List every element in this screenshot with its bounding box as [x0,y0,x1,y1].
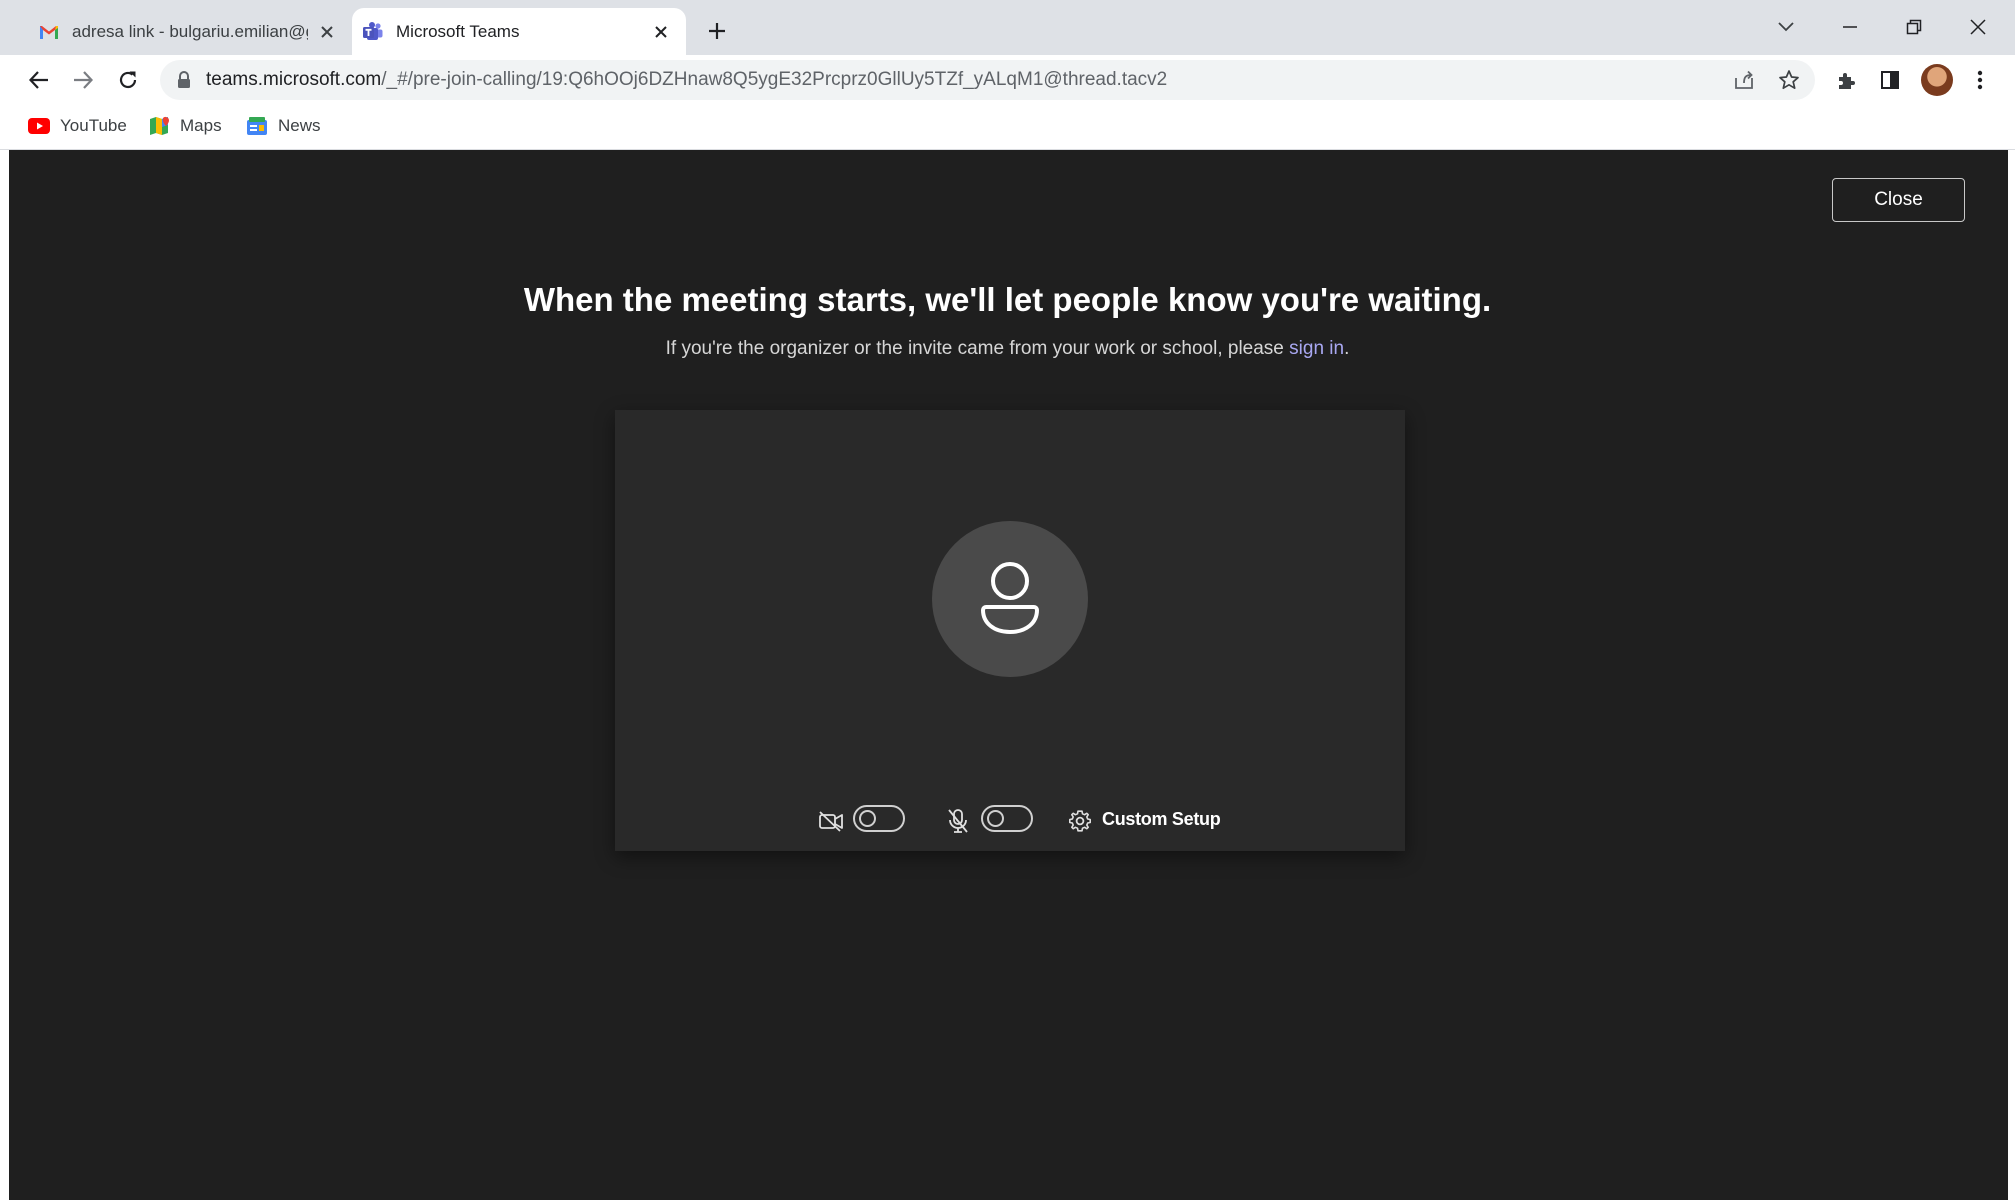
tab-microsoft-teams[interactable]: Microsoft Teams [352,8,686,55]
teams-icon [362,21,384,43]
maps-icon [148,115,170,137]
share-icon[interactable] [1729,65,1759,95]
url-host: teams.microsoft.com [206,69,382,90]
bookmark-news[interactable]: News [246,112,321,140]
new-tab-button[interactable] [700,14,734,48]
back-button[interactable] [21,62,57,98]
bookmark-maps[interactable]: Maps [148,112,222,140]
prompt-period: . [1344,338,1350,359]
tab-gmail[interactable]: adresa link - bulgariu.emilian@gmail.com [28,8,352,55]
close-icon [1970,19,1986,35]
chevron-down-icon [1778,22,1794,32]
minimize-icon [1843,26,1857,28]
toggle-knob [987,810,1004,827]
close-icon[interactable] [314,19,340,45]
person-icon [966,555,1054,643]
close-icon[interactable] [648,19,674,45]
restore-icon [1906,19,1922,35]
reload-button[interactable] [110,62,146,98]
more-menu-icon[interactable] [1962,62,1998,98]
tab-search-button[interactable] [1762,8,1810,46]
bookmark-youtube[interactable]: YouTube [28,112,127,140]
mic-toggle[interactable] [981,805,1033,832]
sign-in-link[interactable]: sign in [1289,338,1344,359]
plus-icon [709,23,725,39]
url-path: /_#/pre-join-calling/19:Q6hOOj6DZHnaw8Q5… [381,69,1168,90]
bookmark-label: YouTube [60,116,127,135]
tab-title: adresa link - bulgariu.emilian@gmail.com [72,21,308,41]
bookmark-label: News [278,116,321,135]
lock-icon[interactable] [176,70,192,90]
news-icon [246,115,268,137]
camera-off-icon [816,806,846,836]
close-button[interactable]: Close [1832,178,1965,222]
tab-title: Microsoft Teams [396,21,520,41]
forward-button[interactable] [65,62,101,98]
arrow-left-icon [28,71,48,89]
gmail-icon [38,21,60,43]
sign-in-prompt: If you're the organizer or the invite ca… [0,338,2015,360]
toggle-knob [859,810,876,827]
custom-setup-button[interactable]: Custom Setup [1102,809,1221,830]
camera-toggle[interactable] [853,805,905,832]
arrow-right-icon [74,71,94,89]
mic-off-icon [943,806,973,836]
prompt-text: If you're the organizer or the invite ca… [665,338,1290,359]
url-text[interactable]: teams.microsoft.com/_#/pre-join-calling/… [206,69,1167,91]
profile-avatar[interactable] [1921,64,1953,96]
reload-icon [119,71,137,89]
restore-button[interactable] [1890,8,1938,46]
side-panel-icon[interactable] [1872,62,1908,98]
page-title: When the meeting starts, we'll let peopl… [523,281,1492,318]
minimize-button[interactable] [1826,8,1874,46]
extensions-icon[interactable] [1828,62,1864,98]
youtube-icon [28,115,50,137]
bookmark-label: Maps [180,116,222,135]
bookmark-star-icon[interactable] [1774,65,1804,95]
window-close-button[interactable] [1954,8,2002,46]
gear-icon[interactable] [1065,806,1095,836]
